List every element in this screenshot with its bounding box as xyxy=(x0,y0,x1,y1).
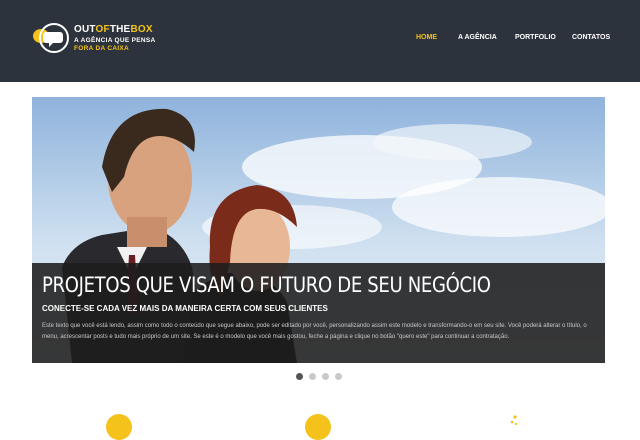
slide-title: PROJETOS QUE VISAM O FUTURO DE SEU NEGÓC… xyxy=(42,273,491,297)
slide-subtitle: CONECTE-SE CADA VEZ MAIS DA MANEIRA CERT… xyxy=(42,304,328,313)
nav-item-contatos[interactable]: CONTATOS xyxy=(572,34,610,41)
slider-dot-2[interactable] xyxy=(309,373,316,380)
nav-item-a-agencia[interactable]: A AGÊNCIA xyxy=(458,34,497,41)
feature-1-icon xyxy=(106,414,132,440)
main-nav: HOME A AGÊNCIA PORTFOLIO CONTATOS xyxy=(0,34,640,48)
hero-slider[interactable]: PROJETOS QUE VISAM O FUTURO DE SEU NEGÓC… xyxy=(32,97,605,363)
slider-dot-4[interactable] xyxy=(335,373,342,380)
site-header: OUTOFTHEBOX A AGÊNCIA QUE PENSA FORA DA … xyxy=(0,0,640,82)
slide-description: Este texto que você está lendo, assim co… xyxy=(42,323,587,340)
slider-dot-3[interactable] xyxy=(322,373,329,380)
feature-3-icon xyxy=(510,415,518,426)
nav-item-home[interactable]: HOME xyxy=(416,34,437,41)
slider-dot-1[interactable] xyxy=(296,373,303,380)
nav-item-portfolio[interactable]: PORTFOLIO xyxy=(515,34,556,41)
feature-2-icon xyxy=(305,414,331,440)
slide-caption: PROJETOS QUE VISAM O FUTURO DE SEU NEGÓC… xyxy=(32,263,605,363)
